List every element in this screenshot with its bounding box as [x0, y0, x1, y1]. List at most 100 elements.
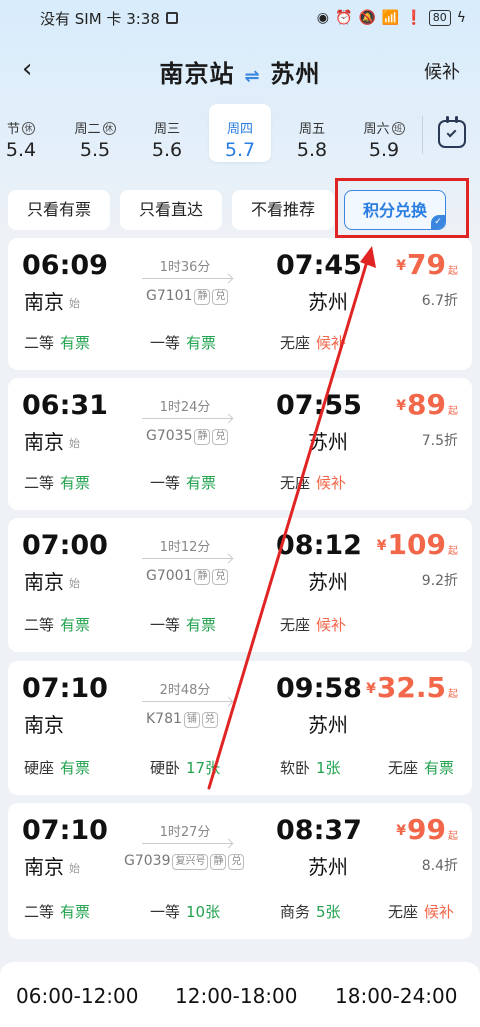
date-day: 5.7	[224, 139, 256, 161]
arrive-station: 苏州	[308, 290, 348, 314]
duration-line	[142, 701, 232, 702]
date-weekday: 周四	[226, 122, 253, 137]
seat-class[interactable]: 无座 候补	[280, 332, 346, 353]
seat-status: 候补	[316, 474, 347, 492]
train-badge: 复兴号	[172, 854, 209, 870]
seat-status: 有票	[60, 474, 91, 492]
currency-symbol: ¥	[396, 823, 407, 839]
arrive-time: 07:45	[276, 250, 362, 281]
date-tab-1[interactable]: 周二休 5.5	[64, 104, 126, 162]
seat-class[interactable]: 二等 有票	[24, 472, 90, 493]
train-number: G7001	[146, 568, 193, 584]
charging-icon: ϟ	[456, 10, 466, 26]
seat-class[interactable]: 商务 5张	[280, 901, 341, 922]
seat-class[interactable]: 二等 有票	[24, 332, 90, 353]
train-badge: 兑	[228, 854, 245, 870]
duration-line	[142, 558, 232, 559]
seat-status: 候补	[316, 334, 347, 352]
seat-class[interactable]: 软卧 1张	[280, 757, 341, 778]
seat-name: 一等	[150, 474, 181, 492]
duration: 1时24分	[159, 400, 211, 415]
filter-only-available[interactable]: 只看有票	[8, 190, 110, 230]
date-day: 5.5	[79, 139, 111, 161]
route-title[interactable]: 南京站 ⇌ 苏州	[0, 54, 480, 89]
train-card[interactable]: 07:00 南京始 1时12分 G7001 静兑 08:12 苏州 ¥109 起 9.2折 二等 有票…	[8, 518, 472, 652]
houbu-button[interactable]: 候补	[424, 58, 460, 84]
seat-name: 硬卧	[150, 759, 181, 777]
date-tab-3[interactable]: 周四 5.7	[209, 104, 271, 162]
train-card[interactable]: 07:10 南京始 1时27分 G7039 复兴号静兑 08:37 苏州 ¥99 起 8.4折 二等…	[8, 803, 472, 939]
battery-icon: 80	[428, 10, 451, 26]
notification-icon	[165, 12, 178, 24]
seat-class[interactable]: 无座 候补	[280, 614, 346, 635]
seat-status: 1张	[316, 759, 341, 777]
wifi-icon: 📶	[381, 10, 400, 26]
seat-status: 有票	[186, 334, 217, 352]
train-code: K781 铺兑	[146, 711, 218, 728]
seat-class[interactable]: 硬卧 17张	[150, 757, 220, 778]
seat-status: 有票	[60, 616, 91, 634]
train-badge: 铺	[183, 712, 200, 728]
date-tab-4[interactable]: 周五 5.8	[281, 104, 343, 162]
duration-line	[142, 843, 232, 844]
seat-class[interactable]: 二等 有票	[24, 901, 90, 922]
price-from: 起	[448, 689, 458, 700]
discount: 6.7折	[421, 293, 458, 309]
price-from: 起	[448, 266, 458, 277]
seat-status: 5张	[316, 903, 341, 921]
seat-status: 候补	[424, 903, 455, 921]
depart-station: 南京始	[24, 566, 80, 595]
date-tab-5[interactable]: 周六班 5.9	[353, 104, 415, 162]
depart-station: 南京始	[24, 426, 80, 455]
filter-no-recommend[interactable]: 不看推荐	[232, 190, 334, 230]
seat-status: 有票	[60, 759, 91, 777]
train-badge: 静	[194, 569, 211, 585]
depart-station-name: 南京	[24, 855, 64, 879]
price-value: 79	[407, 248, 446, 281]
date-tab-2[interactable]: 周三 5.6	[136, 104, 198, 162]
swap-icon[interactable]: ⇌	[244, 66, 260, 87]
train-badge: 兑	[212, 429, 229, 445]
discount: 8.4折	[421, 858, 458, 874]
train-number: G7035	[146, 428, 193, 444]
date-tag: 班	[391, 122, 405, 135]
duration: 1时27分	[159, 825, 211, 840]
time-slot-afternoon[interactable]: 12:00-18:00	[175, 984, 298, 1008]
annotation-highlight-box	[335, 178, 469, 238]
depart-station-name: 南京	[24, 430, 64, 454]
train-card[interactable]: 06:31 南京始 1时24分 G7035 静兑 07:55 苏州 ¥89 起 7.5折 二等 有票一…	[8, 378, 472, 510]
time-slot-evening[interactable]: 18:00-24:00	[335, 984, 458, 1008]
seat-class[interactable]: 无座 候补	[280, 472, 346, 493]
date-day: 5.9	[368, 139, 400, 161]
seat-class[interactable]: 一等 10张	[150, 901, 220, 922]
seat-class[interactable]: 一等 有票	[150, 332, 216, 353]
date-tab-0[interactable]: 节休 5.4	[0, 104, 52, 162]
arrive-time: 08:37	[276, 815, 362, 846]
time-slot-morning[interactable]: 06:00-12:00	[16, 984, 139, 1008]
seat-class[interactable]: 无座 有票	[388, 757, 454, 778]
calendar-icon[interactable]	[438, 116, 466, 148]
seat-class[interactable]: 二等 有票	[24, 614, 90, 635]
duration: 2时48分	[159, 683, 211, 698]
train-badge: 兑	[201, 712, 218, 728]
seat-class[interactable]: 一等 有票	[150, 472, 216, 493]
filter-direct-only[interactable]: 只看直达	[120, 190, 222, 230]
arrive-time: 08:12	[276, 530, 362, 561]
seat-status: 有票	[60, 903, 91, 921]
train-code: G7039 复兴号静兑	[124, 853, 245, 870]
price-from: 起	[448, 406, 458, 417]
seat-class[interactable]: 硬座 有票	[24, 757, 90, 778]
arrive-station: 苏州	[308, 430, 348, 454]
seat-class[interactable]: 一等 有票	[150, 614, 216, 635]
seat-class[interactable]: 无座 候补	[388, 901, 454, 922]
to-station: 苏州	[270, 60, 321, 88]
depart-time: 06:09	[22, 250, 108, 281]
price-value: 89	[407, 388, 446, 421]
depart-station: 南京	[24, 709, 64, 738]
depart-time: 07:10	[22, 673, 108, 704]
arrive-station: 苏州	[308, 713, 348, 737]
train-card[interactable]: 06:09 南京始 1时36分 G7101 静兑 07:45 苏州 ¥79 起 6.7折 二等 有票一…	[8, 238, 472, 370]
seat-name: 无座	[280, 616, 311, 634]
train-card[interactable]: 07:10 南京 2时48分 K781 铺兑 09:58 苏州 ¥32.5 起硬座 有票 硬卧 17张…	[8, 661, 472, 795]
seat-status: 有票	[186, 474, 217, 492]
